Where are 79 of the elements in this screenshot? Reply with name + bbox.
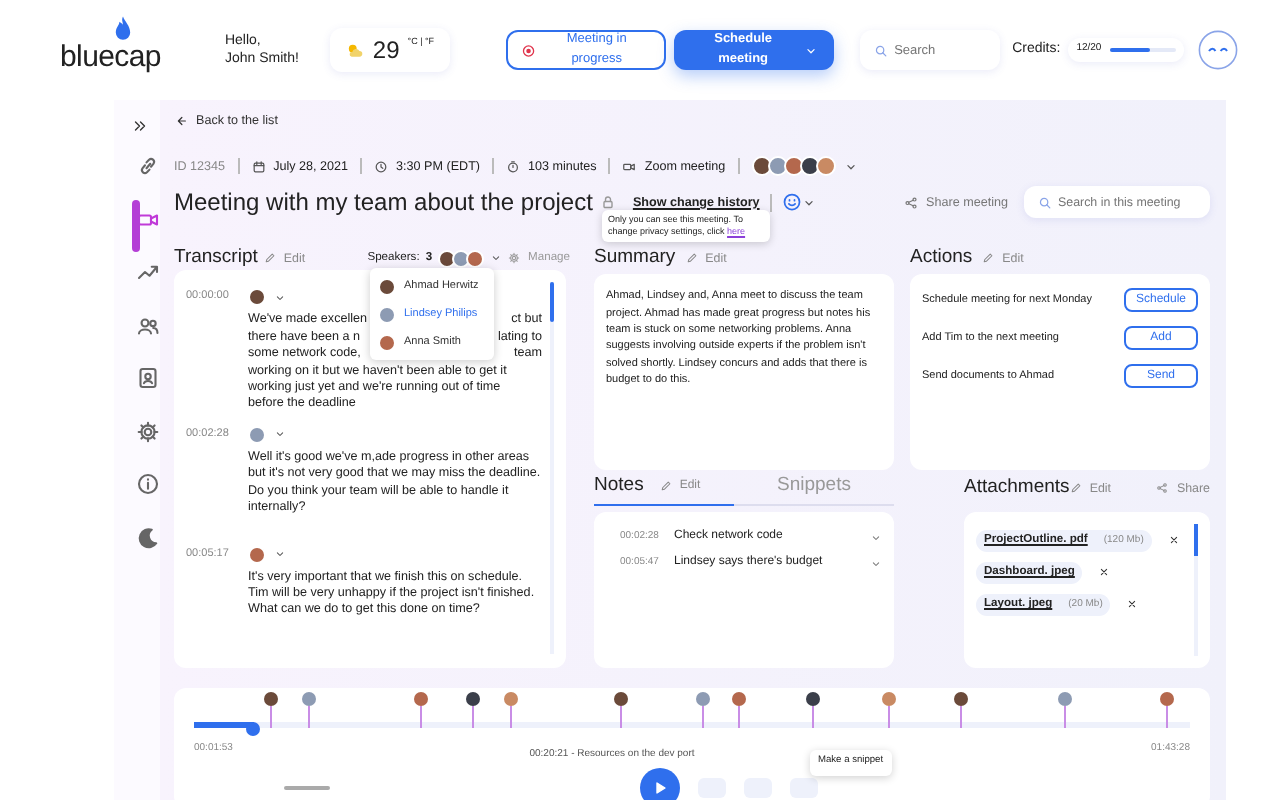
video-icon <box>622 159 637 174</box>
speaker-marker[interactable] <box>694 692 711 729</box>
participant-avatar <box>783 156 804 177</box>
flame-icon <box>114 16 133 42</box>
speaker-marker[interactable] <box>413 692 430 729</box>
actions-heading: Actions <box>910 244 973 273</box>
back-arrow-icon <box>174 114 188 129</box>
calendar-icon <box>251 159 266 174</box>
summary-heading: Summary <box>594 244 676 273</box>
play-button[interactable] <box>640 767 680 800</box>
users-icon <box>136 313 160 337</box>
chevron-icon[interactable] <box>274 291 286 304</box>
user-avatar[interactable] <box>1198 30 1239 70</box>
participant-avatar <box>751 156 772 177</box>
record-icon <box>522 43 536 57</box>
info-icon <box>136 472 160 496</box>
link-nav-button[interactable] <box>136 154 160 178</box>
drag-handle[interactable] <box>284 785 330 790</box>
speaker-avatar <box>248 425 266 444</box>
expand-icon[interactable] <box>132 118 148 134</box>
weather-icon <box>346 41 365 59</box>
close-icon[interactable] <box>1098 566 1111 579</box>
speaker-marker[interactable] <box>952 692 969 729</box>
speaker-marker[interactable] <box>465 692 482 729</box>
tab[interactable]: Snippets <box>734 472 894 505</box>
speaker-marker[interactable] <box>612 692 629 729</box>
meeting-title: Meeting with my team about the project <box>174 190 593 215</box>
speaker-marker[interactable] <box>880 692 897 729</box>
speaker-marker[interactable] <box>730 692 747 729</box>
chevron-icon[interactable] <box>801 195 816 210</box>
timeline-thumb[interactable] <box>246 722 261 737</box>
temperature: 29 <box>372 34 400 68</box>
speaker-marker[interactable] <box>805 692 822 729</box>
speaker-avatar <box>248 288 266 307</box>
transcript-heading: Transcript <box>174 244 258 273</box>
moon-icon <box>136 525 160 549</box>
smiley-icon[interactable] <box>781 192 802 213</box>
chevron-icon[interactable] <box>274 548 286 560</box>
speaker-marker[interactable] <box>300 692 317 729</box>
chevron-icon <box>804 43 819 57</box>
speaker-marker[interactable] <box>1057 692 1074 729</box>
chevron-icon[interactable] <box>274 428 286 441</box>
link-icon <box>136 154 160 178</box>
pencil-icon <box>263 252 276 265</box>
search-icon <box>1038 195 1052 210</box>
trend-icon <box>136 260 160 284</box>
pencil-icon <box>982 252 995 265</box>
chevron-icon[interactable] <box>843 159 858 174</box>
settings-nav-button[interactable] <box>136 419 160 443</box>
logo: bluecap <box>60 42 161 72</box>
timer-icon <box>506 159 521 174</box>
contact-card-nav-button[interactable] <box>136 366 160 390</box>
moon-nav-button[interactable] <box>136 525 160 549</box>
pencil-icon <box>659 480 672 493</box>
play-icon <box>652 779 668 796</box>
share-icon <box>904 195 919 210</box>
speaker-avatar <box>248 545 266 563</box>
close-icon[interactable] <box>1126 598 1139 611</box>
close-icon[interactable] <box>1167 534 1180 547</box>
attachments-heading: Attachments <box>964 474 1070 503</box>
participant-avatar <box>767 156 788 177</box>
users-nav-button[interactable] <box>136 313 160 337</box>
settings-icon <box>136 419 160 443</box>
speaker-marker[interactable] <box>1158 692 1175 729</box>
speaker-marker[interactable] <box>503 692 520 729</box>
pencil-icon <box>685 252 698 265</box>
active-indicator <box>132 199 140 251</box>
chevron-icon[interactable] <box>490 252 503 265</box>
trend-nav-button[interactable] <box>136 260 160 284</box>
share-icon <box>1156 482 1169 495</box>
contact-card-icon <box>136 366 160 390</box>
clock-icon <box>374 159 389 174</box>
settings-icon <box>508 252 521 265</box>
participant-avatar <box>799 156 820 177</box>
speaker-marker[interactable] <box>262 692 279 729</box>
info-nav-button[interactable] <box>136 472 160 496</box>
pencil-icon <box>1069 482 1082 495</box>
participant-avatar <box>815 156 836 177</box>
search-icon <box>874 43 889 57</box>
